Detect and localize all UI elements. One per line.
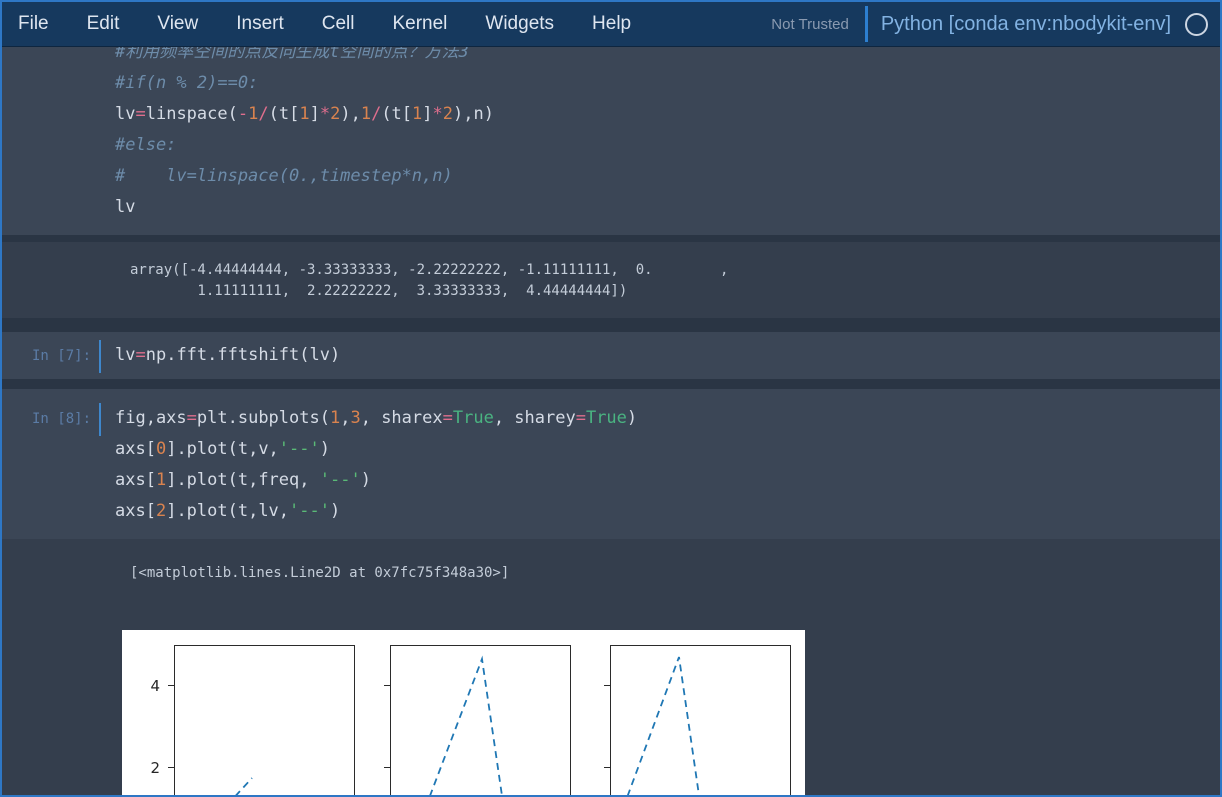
menu-cell[interactable]: Cell	[322, 13, 355, 35]
cell-prompt: In [8]:	[2, 403, 99, 527]
code-cell-1[interactable]: #利用频率空间的点反向生成t空间的点？方法3#if(n % 2)==0:lv=l…	[2, 47, 1220, 235]
code-line: lv	[115, 192, 1220, 223]
code-line: axs[2].plot(t,lv,'--')	[115, 496, 1220, 527]
menubar: File Edit View Insert Cell Kernel Widget…	[2, 2, 1220, 47]
cell-output-1: array([-4.44444444, -3.33333333, -2.2222…	[2, 242, 1220, 318]
menubar-right: Not Trusted Python [conda env:nbodykit-e…	[771, 6, 1208, 42]
kernel-idle-icon	[1185, 13, 1208, 36]
code-line: lv=np.fft.fftshift(lv)	[115, 340, 1220, 371]
menu-view[interactable]: View	[157, 13, 198, 35]
menu-help[interactable]: Help	[592, 13, 631, 35]
menu-items: File Edit View Insert Cell Kernel Widget…	[18, 13, 631, 35]
code-editor[interactable]: #利用频率空间的点反向生成t空间的点？方法3#if(n % 2)==0:lv=l…	[99, 47, 1220, 223]
output-text: array([-4.44444444, -3.33333333, -2.2222…	[130, 260, 1210, 302]
menu-widgets[interactable]: Widgets	[485, 13, 554, 35]
trust-status-button[interactable]: Not Trusted	[771, 16, 849, 33]
code-line: #if(n % 2)==0:	[115, 68, 1220, 99]
cell-prompt: In [7]:	[2, 340, 99, 371]
code-line: # lv=linspace(0.,timestep*n,n)	[115, 161, 1220, 192]
notebook-area: #利用频率空间的点反向生成t空间的点？方法3#if(n % 2)==0:lv=l…	[2, 47, 1220, 795]
matplotlib-figure: 4 2	[122, 630, 805, 795]
menu-kernel[interactable]: Kernel	[392, 13, 447, 35]
code-line: #else:	[115, 130, 1220, 161]
code-line: lv=linspace(-1/(t[1]*2),1/(t[1]*2),n)	[115, 99, 1220, 130]
output-repr-text: [<matplotlib.lines.Line2D at 0x7fc75f348…	[130, 563, 1210, 583]
menu-edit[interactable]: Edit	[87, 13, 120, 35]
cell-edit-indicator	[99, 340, 101, 373]
code-line: #利用频率空间的点反向生成t空间的点？方法3	[115, 47, 1220, 68]
code-line: axs[1].plot(t,freq, '--')	[115, 465, 1220, 496]
code-cell-3[interactable]: In [8]: fig,axs=plt.subplots(1,3, sharex…	[2, 389, 1220, 539]
code-editor[interactable]: fig,axs=plt.subplots(1,3, sharex=True, s…	[99, 403, 1220, 527]
code-editor[interactable]: lv=np.fft.fftshift(lv)	[99, 340, 1220, 371]
jupyter-notebook-window: File Edit View Insert Cell Kernel Widget…	[0, 0, 1222, 797]
menu-file[interactable]: File	[18, 13, 49, 35]
ytick-label-4: 4	[150, 677, 160, 695]
cell-output-3: [<matplotlib.lines.Line2D at 0x7fc75f348…	[2, 539, 1220, 795]
code-line: fig,axs=plt.subplots(1,3, sharex=True, s…	[115, 403, 1220, 434]
kernel-name: Python [conda env:nbodykit-env]	[881, 13, 1171, 36]
cell-prompt	[2, 47, 99, 223]
ytick-label-2: 2	[150, 759, 160, 777]
menu-insert[interactable]: Insert	[236, 13, 284, 35]
menubar-divider	[865, 6, 868, 42]
code-line: axs[0].plot(t,v,'--')	[115, 434, 1220, 465]
code-cell-2[interactable]: In [7]: lv=np.fft.fftshift(lv)	[2, 332, 1220, 379]
cell-edit-indicator	[99, 403, 101, 436]
figure-background	[122, 630, 805, 795]
